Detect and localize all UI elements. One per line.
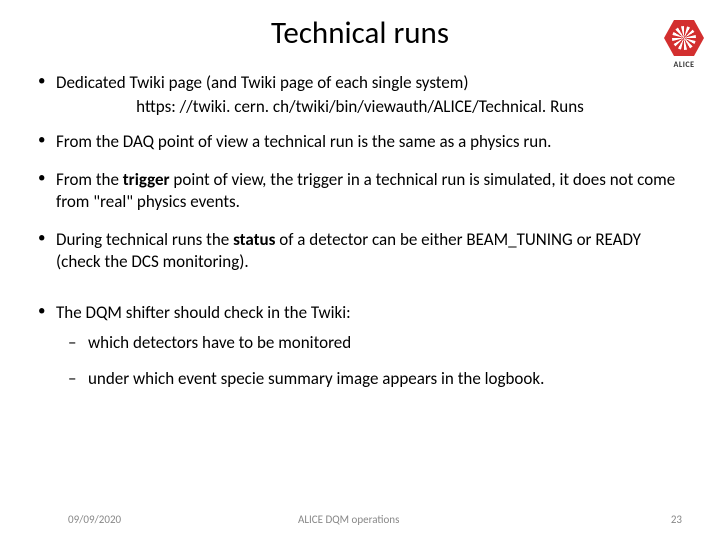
dash-icon: – xyxy=(68,368,88,390)
slide-footer: 09/09/2020 ALICE DQM operations 23 xyxy=(0,513,720,526)
bullet-1: • Dedicated Twiki page (and Twiki page o… xyxy=(38,72,682,94)
twiki-link: https: //twiki. cern. ch/twiki/bin/viewa… xyxy=(38,96,682,117)
bullet-5: • The DQM shifter should check in the Tw… xyxy=(38,302,682,324)
sub-bullet-5b-text: under which event specie summary image a… xyxy=(88,368,544,390)
bullet-3: • From the trigger point of view, the tr… xyxy=(38,169,682,213)
bullet-3-text: From the trigger point of view, the trig… xyxy=(56,169,682,213)
alice-logo: ALICE xyxy=(660,18,708,73)
bullet-1-text: Dedicated Twiki page (and Twiki page of … xyxy=(56,72,682,94)
bullet-4-text: During technical runs the status of a de… xyxy=(56,229,682,273)
bullet-dot-icon: • xyxy=(38,229,56,273)
bullet-dot-icon: • xyxy=(38,131,56,153)
slide-title: Technical runs xyxy=(0,0,720,52)
alice-logo-label: ALICE xyxy=(660,60,708,70)
slide-content: • Dedicated Twiki page (and Twiki page o… xyxy=(0,52,720,390)
alice-logo-octagon xyxy=(664,18,704,58)
sub-bullet-5a-text: which detectors have to be monitored xyxy=(88,332,351,354)
bullet-dot-icon: • xyxy=(38,169,56,213)
bullet-4: • During technical runs the status of a … xyxy=(38,229,682,273)
sub-bullet-5a: – which detectors have to be monitored xyxy=(68,332,682,354)
footer-title: ALICE DQM operations xyxy=(258,513,642,526)
sub-bullet-5b: – under which event specie summary image… xyxy=(68,368,682,390)
footer-date: 09/09/2020 xyxy=(68,513,258,526)
footer-page-number: 23 xyxy=(642,513,682,526)
bullet-dot-icon: • xyxy=(38,72,56,94)
bullet-2-text: From the DAQ point of view a technical r… xyxy=(56,131,682,153)
dash-icon: – xyxy=(68,332,88,354)
bullet-5-text: The DQM shifter should check in the Twik… xyxy=(56,302,682,324)
bullet-dot-icon: • xyxy=(38,302,56,324)
bullet-2: • From the DAQ point of view a technical… xyxy=(38,131,682,153)
